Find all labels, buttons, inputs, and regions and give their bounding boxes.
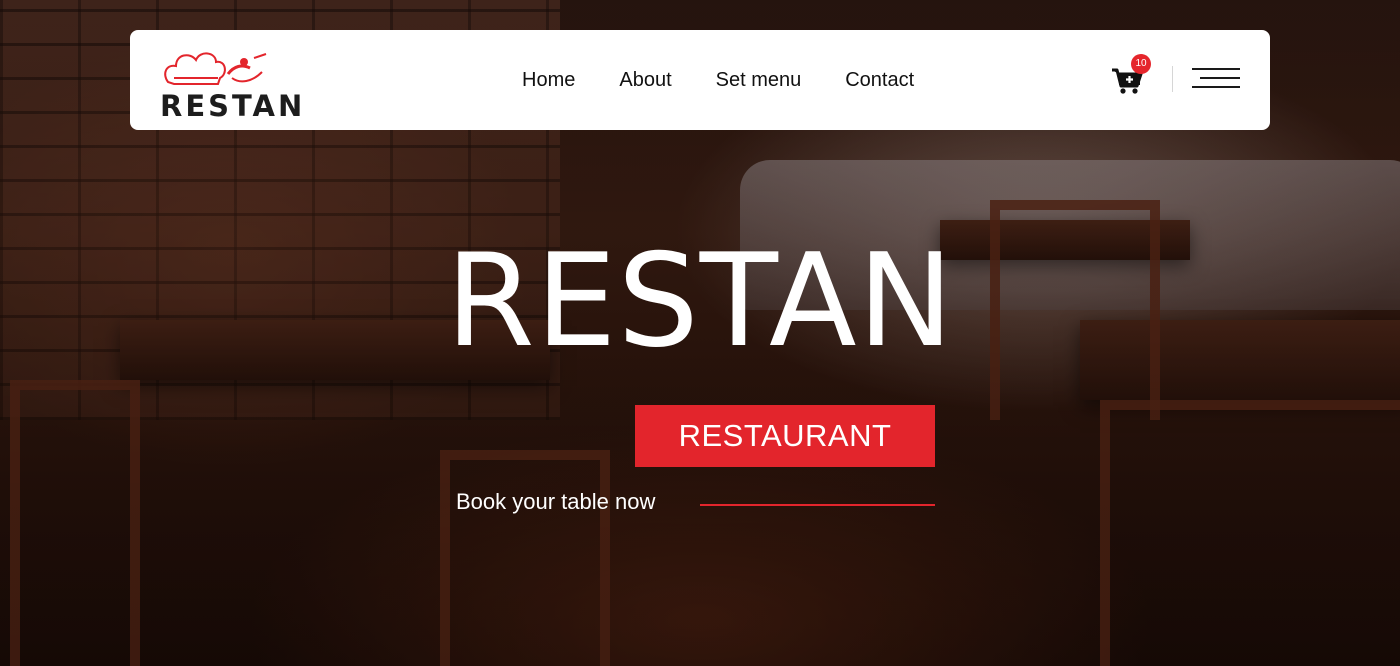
nav-divider (1172, 66, 1173, 92)
hero-title: RESTAN (445, 227, 955, 376)
nav-item-set-menu[interactable]: Set menu (716, 68, 802, 92)
hamburger-menu-icon-line-top (1192, 68, 1240, 70)
main-nav: Home About Set menu Contact (522, 68, 958, 92)
nav-item-home[interactable]: Home (522, 68, 575, 92)
hamburger-menu-icon-line-bottom (1192, 86, 1240, 88)
brand-logo[interactable]: RESTAN (160, 44, 310, 123)
hero-section: RESTAN Home About Set menu Contact 10 RE… (0, 0, 1400, 666)
hero-subtitle: RESTAURANT (678, 418, 892, 453)
hamburger-menu-button[interactable] (1192, 68, 1240, 90)
book-table-link[interactable]: Book your table now (456, 489, 655, 515)
nav-item-about[interactable]: About (619, 68, 671, 92)
cart-count-badge: 10 (1131, 54, 1151, 74)
hamburger-menu-icon-line-middle (1200, 77, 1240, 79)
book-table-underline (700, 504, 935, 506)
chef-hat-icon (164, 52, 267, 85)
brand-logo-text: RESTAN (160, 89, 306, 123)
nav-item-contact[interactable]: Contact (845, 68, 914, 92)
hero-subtitle-badge: RESTAURANT (635, 405, 935, 467)
header-navbar: RESTAN Home About Set menu Contact 10 (130, 30, 1270, 130)
